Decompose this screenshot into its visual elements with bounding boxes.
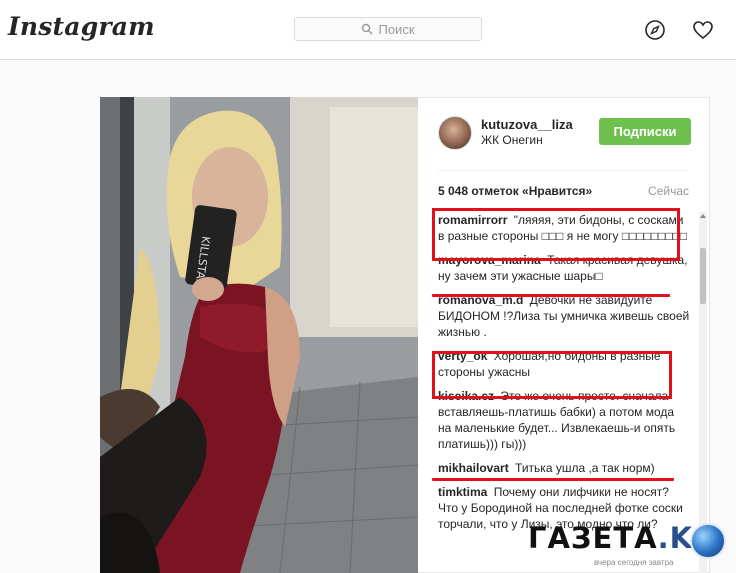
divider (438, 170, 689, 171)
comment-item: romanova_m.d Девочки не завидуйте БИДОНО… (438, 292, 690, 340)
watermark-brand: ГАЗЕТА (528, 521, 658, 555)
gazeta-kg-watermark: ГАЗЕТА.KG вчера сегодня завтра (528, 521, 736, 573)
comment-item: mayorova_marina Такая красивая девушка, … (438, 252, 690, 284)
comment-item: mikhailovart Титька ушла ,а так норм) (438, 460, 690, 476)
globe-icon (690, 523, 726, 559)
follow-button[interactable]: Подписки (599, 118, 691, 145)
heart-icon[interactable] (692, 19, 714, 41)
top-bar: Instagram Поиск (0, 0, 736, 60)
comments-list: romamirrorr "ляяяя, эти бидоны, с соскам… (438, 212, 690, 540)
location-link[interactable]: ЖК Онегин (481, 133, 543, 147)
compass-icon[interactable] (644, 19, 666, 41)
comment-item: verty_ok Хорошая,но бидоны в разные стор… (438, 348, 690, 380)
avatar[interactable] (438, 116, 472, 150)
comment-username[interactable]: romanova_m.d (438, 293, 523, 307)
likes-count[interactable]: 5 048 отметок «Нравится» (438, 184, 592, 198)
comment-username[interactable]: kiseika.cz (438, 389, 494, 403)
comment-username[interactable]: verty_ok (438, 349, 487, 363)
watermark-tagline: вчера сегодня завтра (594, 558, 674, 567)
comment-username[interactable]: romamirrorr (438, 213, 507, 227)
post-time[interactable]: Сейчас (648, 184, 689, 198)
scroll-thumb[interactable] (700, 248, 706, 304)
comment-username[interactable]: timktima (438, 485, 487, 499)
post-panel: kutuzova__liza ЖК Онегин Подписки 5 048 … (418, 97, 710, 573)
comments-scrollbar[interactable] (699, 212, 707, 573)
comment-username[interactable]: mayorova_marina (438, 253, 541, 267)
search-placeholder: Поиск (378, 21, 415, 37)
comment-username[interactable]: mikhailovart (438, 461, 509, 475)
scroll-up-icon[interactable] (700, 214, 706, 218)
instagram-logo[interactable]: Instagram (8, 12, 155, 41)
comment-text: Титька ушла ,а так норм) (515, 461, 655, 475)
comment-item: kiseika.cz Это же очень просто. сначала … (438, 388, 690, 452)
username-link[interactable]: kutuzova__liza (481, 117, 573, 132)
search-input[interactable]: Поиск (294, 17, 482, 41)
post-photo[interactable]: KILLSTAR (100, 97, 418, 573)
search-icon (362, 23, 373, 35)
comment-item: romamirrorr "ляяяя, эти бидоны, с соскам… (438, 212, 690, 244)
